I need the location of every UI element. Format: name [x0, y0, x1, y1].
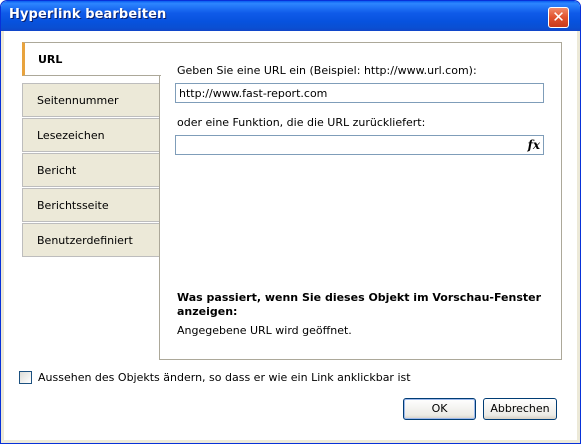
url-prompt-label: Geben Sie eine URL ein (Beispiel: http:/… [177, 64, 477, 77]
tab-lesezeichen-label: Lesezeichen [37, 129, 105, 142]
url-tab-panel: Geben Sie eine URL ein (Beispiel: http:/… [159, 42, 562, 360]
info-text: Angegebene URL wird geöffnet. [177, 324, 352, 337]
tab-berichtsseite[interactable]: Berichtsseite [22, 188, 159, 222]
ok-button[interactable]: OK [403, 398, 476, 420]
window-title: Hyperlink bearbeiten [9, 7, 167, 22]
title-bar[interactable]: Hyperlink bearbeiten ✕ [1, 1, 580, 31]
tab-lesezeichen[interactable]: Lesezeichen [22, 118, 159, 152]
tab-bericht-label: Bericht [37, 164, 77, 177]
tab-url-label: URL [38, 53, 63, 66]
tab-url[interactable]: URL [22, 42, 161, 76]
function-input[interactable]: fx [175, 135, 544, 155]
cancel-button[interactable]: Abbrechen [483, 398, 557, 420]
url-input[interactable]: http://www.fast-report.com [175, 83, 544, 103]
url-input-value: http://www.fast-report.com [179, 87, 328, 100]
close-button[interactable]: ✕ [548, 7, 569, 28]
tab-benutzerdefiniert[interactable]: Benutzerdefiniert [22, 223, 159, 257]
tab-berichtsseite-label: Berichtsseite [37, 199, 109, 212]
close-icon: ✕ [552, 8, 565, 26]
info-heading: Was passiert, wenn Sie dieses Objekt im … [177, 291, 542, 318]
function-prompt-label: oder eine Funktion, die die URL zurückli… [177, 116, 426, 129]
dialog-body: URL Seitennummer Lesezeichen Bericht Ber… [4, 31, 577, 440]
tab-benutzerdefiniert-label: Benutzerdefiniert [37, 234, 133, 247]
modify-appearance-label: Aussehen des Objekts ändern, so dass er … [38, 371, 411, 384]
dialog-window: Hyperlink bearbeiten ✕ URL Seitennummer … [0, 0, 581, 444]
modify-appearance-checkbox[interactable] [19, 371, 32, 384]
function-editor-icon[interactable]: fx [528, 138, 540, 152]
tab-seitennummer[interactable]: Seitennummer [22, 83, 159, 117]
tab-seitennummer-label: Seitennummer [37, 94, 119, 107]
tab-bericht[interactable]: Bericht [22, 153, 159, 187]
